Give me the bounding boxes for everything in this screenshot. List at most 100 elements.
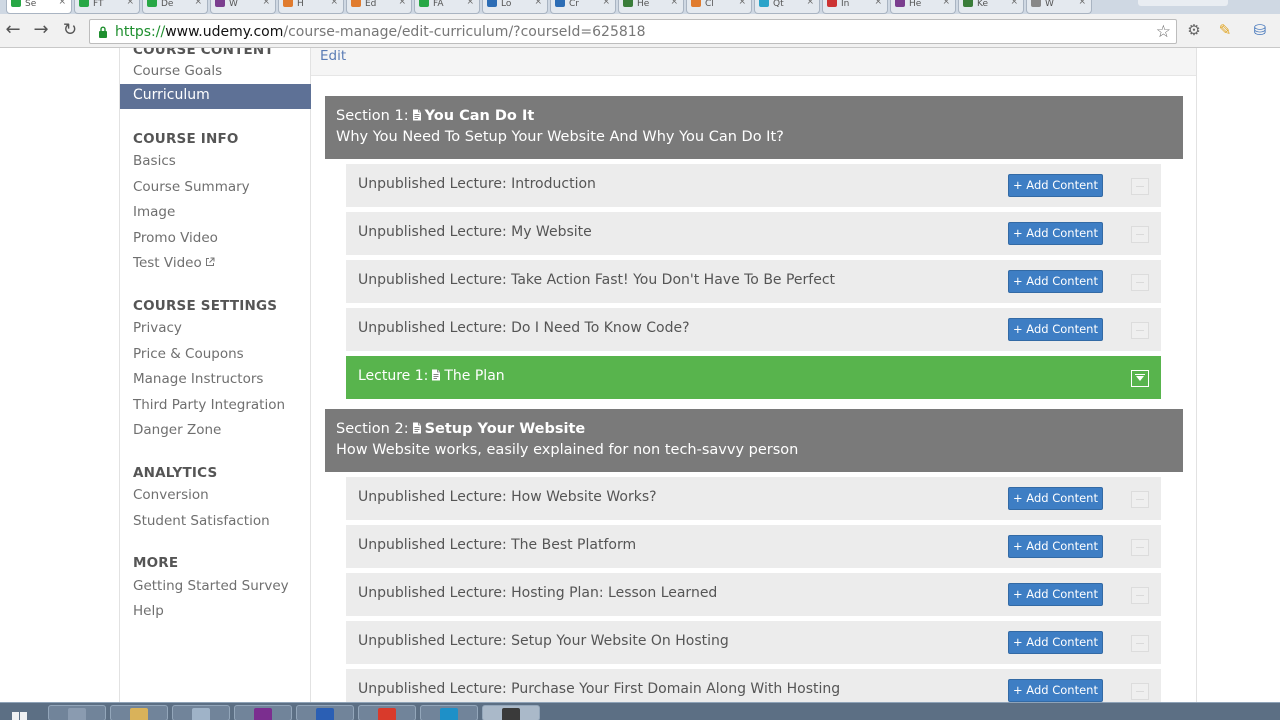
tab-close-icon[interactable]: ×: [806, 0, 814, 7]
taskbar-app-button[interactable]: [482, 705, 540, 720]
browser-tab[interactable]: De ×: [142, 0, 208, 14]
browser-tab[interactable]: FA ×: [414, 0, 480, 14]
add-content-button[interactable]: + Add Content: [1008, 487, 1103, 510]
collapse-toggle[interactable]: [1131, 635, 1149, 652]
lecture-title: Unpublished Lecture: The Best Platform: [358, 537, 637, 553]
sidebar-item-promo-video[interactable]: Promo Video: [133, 230, 218, 246]
lecture-row[interactable]: Lecture 1: The Plan: [346, 356, 1161, 399]
tab-close-icon[interactable]: ×: [670, 0, 678, 7]
add-content-button[interactable]: + Add Content: [1008, 270, 1103, 293]
tab-close-icon[interactable]: ×: [602, 0, 610, 7]
collapse-toggle[interactable]: [1131, 226, 1149, 243]
browser-tab[interactable]: H ×: [278, 0, 344, 14]
section-header[interactable]: Section 2: Setup Your Website How Website …: [325, 409, 1183, 472]
add-content-button[interactable]: + Add Content: [1008, 679, 1103, 702]
pencil-icon[interactable]: ✎: [1215, 20, 1235, 40]
collapse-toggle[interactable]: [1131, 683, 1149, 700]
tab-close-icon[interactable]: ×: [262, 0, 270, 7]
taskbar-app-button[interactable]: [48, 705, 106, 720]
expand-toggle[interactable]: [1131, 370, 1149, 387]
browser-tab[interactable]: Qt ×: [754, 0, 820, 14]
address-bar[interactable]: https://www.udemy.com/course-manage/edit…: [89, 19, 1177, 44]
collapse-toggle[interactable]: [1131, 587, 1149, 604]
browser-tab[interactable]: Ke ×: [958, 0, 1024, 14]
lecture-row[interactable]: Unpublished Lecture: How Website Works? +…: [346, 477, 1161, 520]
taskbar-app-button[interactable]: [296, 705, 354, 720]
extension-icon[interactable]: ⛁: [1250, 20, 1270, 40]
sidebar-item-price-coupons[interactable]: Price & Coupons: [133, 346, 244, 362]
extension-gear-icon[interactable]: ⚙: [1184, 20, 1204, 40]
lecture-row[interactable]: Unpublished Lecture: Take Action Fast! Y…: [346, 260, 1161, 303]
sidebar-item-basics[interactable]: Basics: [133, 153, 176, 169]
lecture-row[interactable]: Unpublished Lecture: Introduction + Add C…: [346, 164, 1161, 207]
windows-start-icon[interactable]: [8, 706, 32, 720]
tab-close-icon[interactable]: ×: [466, 0, 474, 7]
sidebar-item-student-satisfaction[interactable]: Student Satisfaction: [133, 513, 270, 529]
sidebar-item-getting-started-survey[interactable]: Getting Started Survey: [133, 578, 289, 594]
tab-close-icon[interactable]: ×: [874, 0, 882, 7]
browser-tab[interactable]: FT ×: [74, 0, 140, 14]
tab-favicon-icon: [963, 0, 973, 7]
lecture-row[interactable]: Unpublished Lecture: Setup Your Website …: [346, 621, 1161, 664]
browser-tab[interactable]: He ×: [618, 0, 684, 14]
tab-close-icon[interactable]: ×: [534, 0, 542, 7]
lecture-row[interactable]: Unpublished Lecture: Do I Need To Know C…: [346, 308, 1161, 351]
browser-tab[interactable]: W ×: [1026, 0, 1092, 14]
reload-icon[interactable]: ↻: [59, 19, 81, 41]
sidebar-item-course-goals[interactable]: Course Goals: [133, 63, 222, 79]
browser-tab[interactable]: In ×: [822, 0, 888, 14]
browser-tab[interactable]: Se ×: [6, 0, 72, 14]
taskbar-app-button[interactable]: [358, 705, 416, 720]
sidebar-item-image[interactable]: Image: [133, 204, 175, 220]
bookmark-star-icon[interactable]: ☆: [1156, 22, 1171, 42]
collapse-toggle[interactable]: [1131, 322, 1149, 339]
browser-tab[interactable]: Cr ×: [550, 0, 616, 14]
collapse-toggle[interactable]: [1131, 491, 1149, 508]
lecture-row[interactable]: Unpublished Lecture: My Website + Add Con…: [346, 212, 1161, 255]
sidebar-item-manage-instructors[interactable]: Manage Instructors: [133, 371, 263, 387]
tab-close-icon[interactable]: ×: [1010, 0, 1018, 7]
taskbar-app-button[interactable]: [234, 705, 292, 720]
sidebar-item-conversion[interactable]: Conversion: [133, 487, 209, 503]
tab-close-icon[interactable]: ×: [738, 0, 746, 7]
add-content-button[interactable]: + Add Content: [1008, 318, 1103, 341]
new-tab-area[interactable]: [1138, 0, 1228, 6]
lecture-row[interactable]: Unpublished Lecture: The Best Platform + …: [346, 525, 1161, 568]
browser-tab[interactable]: He ×: [890, 0, 956, 14]
taskbar-app-button[interactable]: [420, 705, 478, 720]
browser-tab[interactable]: Cl ×: [686, 0, 752, 14]
tab-close-icon[interactable]: ×: [58, 0, 66, 7]
browser-tab[interactable]: Ed ×: [346, 0, 412, 14]
sidebar-item-course-summary[interactable]: Course Summary: [133, 179, 250, 195]
browser-tab[interactable]: Lo ×: [482, 0, 548, 14]
add-content-button[interactable]: + Add Content: [1008, 174, 1103, 197]
tab-close-icon[interactable]: ×: [194, 0, 202, 7]
lecture-row[interactable]: Unpublished Lecture: Purchase Your First…: [346, 669, 1161, 702]
add-content-button[interactable]: + Add Content: [1008, 631, 1103, 654]
browser-tab[interactable]: W ×: [210, 0, 276, 14]
lecture-row[interactable]: Unpublished Lecture: Hosting Plan: Lesso…: [346, 573, 1161, 616]
collapse-toggle[interactable]: [1131, 178, 1149, 195]
add-content-button[interactable]: + Add Content: [1008, 535, 1103, 558]
collapse-toggle[interactable]: [1131, 274, 1149, 291]
sidebar-item-help[interactable]: Help: [133, 603, 164, 619]
section-header[interactable]: Section 1: You Can Do It Why You Need To S…: [325, 96, 1183, 159]
tab-close-icon[interactable]: ×: [398, 0, 406, 7]
sidebar-item-danger-zone[interactable]: Danger Zone: [133, 422, 221, 438]
collapse-toggle[interactable]: [1131, 539, 1149, 556]
tab-close-icon[interactable]: ×: [1078, 0, 1086, 7]
sidebar-item-privacy[interactable]: Privacy: [133, 320, 182, 336]
tab-close-icon[interactable]: ×: [126, 0, 134, 7]
sidebar-item-test-video[interactable]: Test Video: [133, 255, 215, 271]
forward-icon[interactable]: →: [30, 19, 52, 41]
edit-link[interactable]: Edit: [320, 48, 346, 64]
sidebar-item-curriculum[interactable]: Curriculum: [120, 84, 311, 109]
sidebar-item-third-party-integration[interactable]: Third Party Integration: [133, 397, 285, 413]
taskbar-app-button[interactable]: [110, 705, 168, 720]
tab-close-icon[interactable]: ×: [330, 0, 338, 7]
taskbar-app-button[interactable]: [172, 705, 230, 720]
add-content-button[interactable]: + Add Content: [1008, 583, 1103, 606]
back-icon[interactable]: ←: [2, 19, 24, 41]
tab-close-icon[interactable]: ×: [942, 0, 950, 7]
add-content-button[interactable]: + Add Content: [1008, 222, 1103, 245]
